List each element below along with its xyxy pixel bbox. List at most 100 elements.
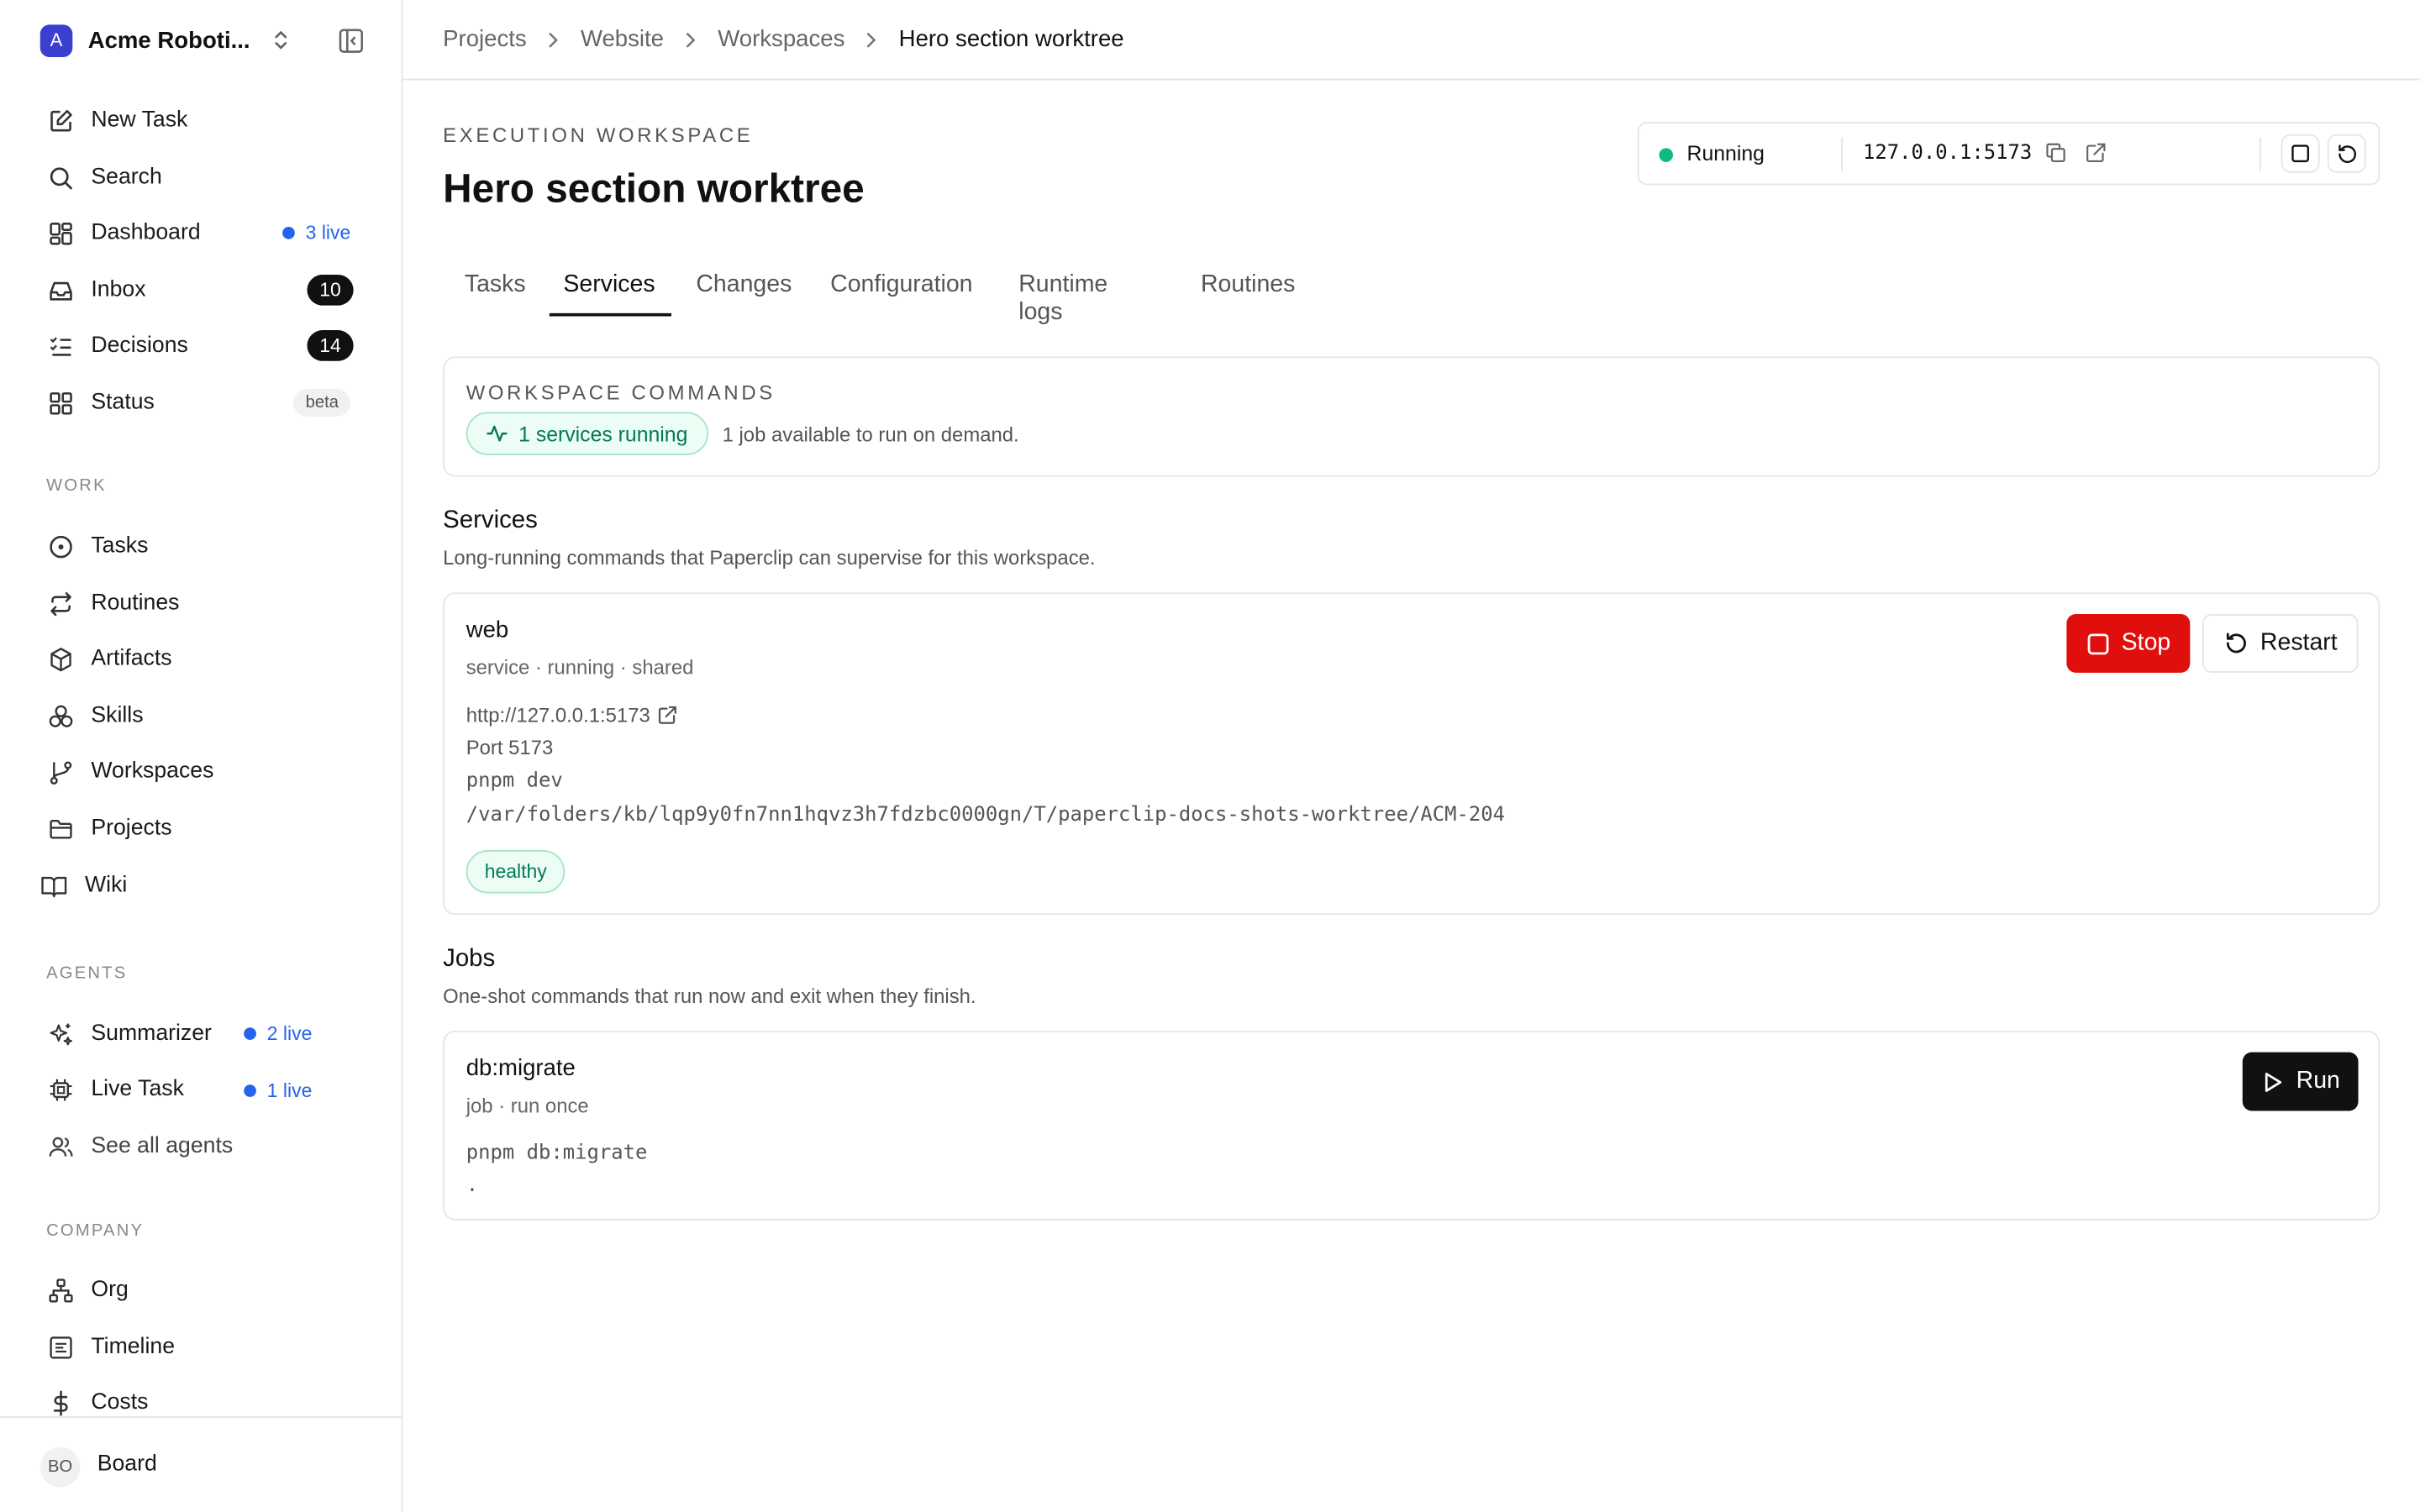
live-indicator: 1 live (244, 1080, 312, 1101)
breadcrumb-website[interactable]: Website (581, 26, 664, 52)
topbar: Projects Website Workspaces Hero section… (402, 0, 2420, 81)
beta-badge: beta (292, 388, 351, 417)
breadcrumb-workspaces[interactable]: Workspaces (718, 26, 844, 52)
run-button[interactable]: Run (2242, 1052, 2359, 1111)
tab-routines[interactable]: Routines (1201, 271, 1295, 299)
sidebar-item-label: Decisions (91, 333, 188, 359)
square-icon (2086, 632, 2109, 655)
board-user[interactable]: BO Board (0, 1416, 402, 1512)
job-meta: job · run once (466, 1094, 589, 1117)
agents-section-label: AGENTS (46, 963, 128, 983)
grid-icon (46, 389, 74, 417)
sidebar-item-search[interactable]: Search (46, 159, 355, 196)
sidebar-item-label: Wiki (85, 873, 128, 898)
sidebar-item-label: Projects (91, 816, 172, 842)
tab-services[interactable]: Services (563, 271, 655, 299)
service-card-web: web service · running · shared http://12… (443, 592, 2381, 916)
company-section-label: COMPANY (46, 1221, 145, 1241)
service-port: Port 5173 (466, 736, 554, 759)
sidebar-item-tasks[interactable]: Tasks (46, 528, 355, 564)
workspace-commands-card: WORKSPACE COMMANDS 1 services running 1 … (443, 356, 2381, 477)
sidebar-item-projects[interactable]: Projects (46, 810, 355, 847)
stop-square-button[interactable] (2281, 134, 2320, 173)
folder-icon (46, 815, 74, 843)
activity-icon (487, 423, 508, 444)
external-link-icon[interactable] (2085, 142, 2107, 171)
repeat-icon (46, 590, 74, 617)
inbox-icon (46, 276, 74, 304)
service-meta: service · running · shared (466, 655, 694, 680)
live-indicator: 3 live (282, 222, 350, 244)
sidebar-item-see-all-agents[interactable]: See all agents (46, 1128, 355, 1165)
runtime-status-bar: Running 127.0.0.1:5173 (1637, 122, 2381, 186)
tab-changes[interactable]: Changes (696, 271, 792, 299)
sidebar-item-label: See all agents (91, 1134, 234, 1159)
chevron-right-icon (865, 30, 879, 49)
chevron-right-icon (684, 30, 698, 49)
square-icon (2291, 144, 2310, 163)
tab-runtime-logs[interactable]: Runtime logs (1018, 271, 1107, 327)
company-name: Acme Roboti... (87, 27, 250, 54)
org-chart-icon (46, 1276, 74, 1304)
sidebar-item-workspaces[interactable]: Workspaces (46, 753, 355, 790)
sidebar-item-artifacts[interactable]: Artifacts (46, 640, 355, 677)
job-card-db-migrate: db:migrate job · run once pnpm db:migrat… (443, 1030, 2381, 1221)
sidebar-item-new-task[interactable]: New Task (46, 102, 355, 139)
sidebar-item-routines[interactable]: Routines (46, 585, 355, 622)
sidebar: A Acme Roboti... New Task Search Dashboa… (0, 0, 403, 1512)
sparkles-icon (46, 1020, 74, 1047)
runtime-address: 127.0.0.1:5173 (1862, 141, 2033, 165)
breadcrumb-projects[interactable]: Projects (443, 26, 527, 52)
services-section-subtitle: Long-running commands that Paperclip can… (443, 546, 1096, 570)
breadcrumb-current: Hero section worktree (898, 26, 1124, 53)
page-title: Hero section worktree (443, 165, 865, 212)
sidebar-item-wiki[interactable]: Wiki (40, 867, 349, 904)
decisions-count-badge: 14 (307, 330, 354, 361)
chevron-up-down-icon (271, 28, 290, 60)
restart-button[interactable]: Restart (2202, 614, 2359, 673)
company-switcher[interactable]: A Acme Roboti... (39, 22, 365, 60)
company-logo: A (39, 24, 73, 57)
avatar: BO (39, 1446, 81, 1488)
job-name: db:migrate (466, 1055, 576, 1082)
sidebar-item-label: Summarizer (91, 1021, 212, 1047)
sidebar-item-label: Skills (91, 703, 144, 728)
sidebar-item-label: New Task (91, 108, 188, 133)
sidebar-item-skills[interactable]: Skills (46, 697, 355, 734)
circle-dot-icon (46, 533, 74, 560)
job-cwd: . (466, 1173, 479, 1198)
job-command: pnpm db:migrate (466, 1142, 648, 1165)
cpu-icon (46, 1075, 74, 1103)
sidebar-item-timeline[interactable]: Timeline (46, 1328, 355, 1365)
work-section-label: WORK (46, 476, 107, 496)
edit-icon (46, 107, 74, 134)
status-text: Running (1686, 141, 1765, 165)
tab-tasks[interactable]: Tasks (465, 271, 526, 299)
sidebar-item-label: Timeline (91, 1334, 176, 1360)
timeline-icon (46, 1333, 74, 1361)
sidebar-item-label: Search (91, 165, 162, 190)
stop-button[interactable]: Stop (2066, 614, 2191, 673)
copy-icon[interactable] (2045, 142, 2067, 171)
sidebar-item-costs[interactable]: Costs (46, 1384, 355, 1421)
sidebar-item-label: Inbox (91, 277, 146, 302)
sidebar-item-label: Tasks (91, 533, 149, 559)
page-eyebrow: EXECUTION WORKSPACE (443, 123, 754, 147)
sidebar-item-label: Live Task (91, 1077, 184, 1102)
service-name: web (466, 617, 509, 643)
jobs-available-text: 1 job available to run on demand. (722, 423, 1019, 446)
service-command: pnpm dev (466, 769, 563, 794)
tab-configuration[interactable]: Configuration (830, 271, 972, 299)
chevron-right-icon (547, 30, 561, 49)
sidebar-collapse-icon[interactable] (338, 28, 364, 61)
boxes-icon (46, 702, 74, 730)
service-url-link[interactable]: http://127.0.0.1:5173 (466, 704, 678, 727)
sidebar-item-org[interactable]: Org (46, 1271, 355, 1308)
status-dot (1659, 148, 1674, 162)
checklist-icon (46, 332, 74, 360)
git-branch-icon (46, 758, 74, 785)
sidebar-item-label: Org (91, 1277, 129, 1303)
inbox-count-badge: 10 (307, 274, 354, 306)
play-icon (2260, 1070, 2284, 1094)
restart-icon-button[interactable] (2327, 134, 2366, 173)
